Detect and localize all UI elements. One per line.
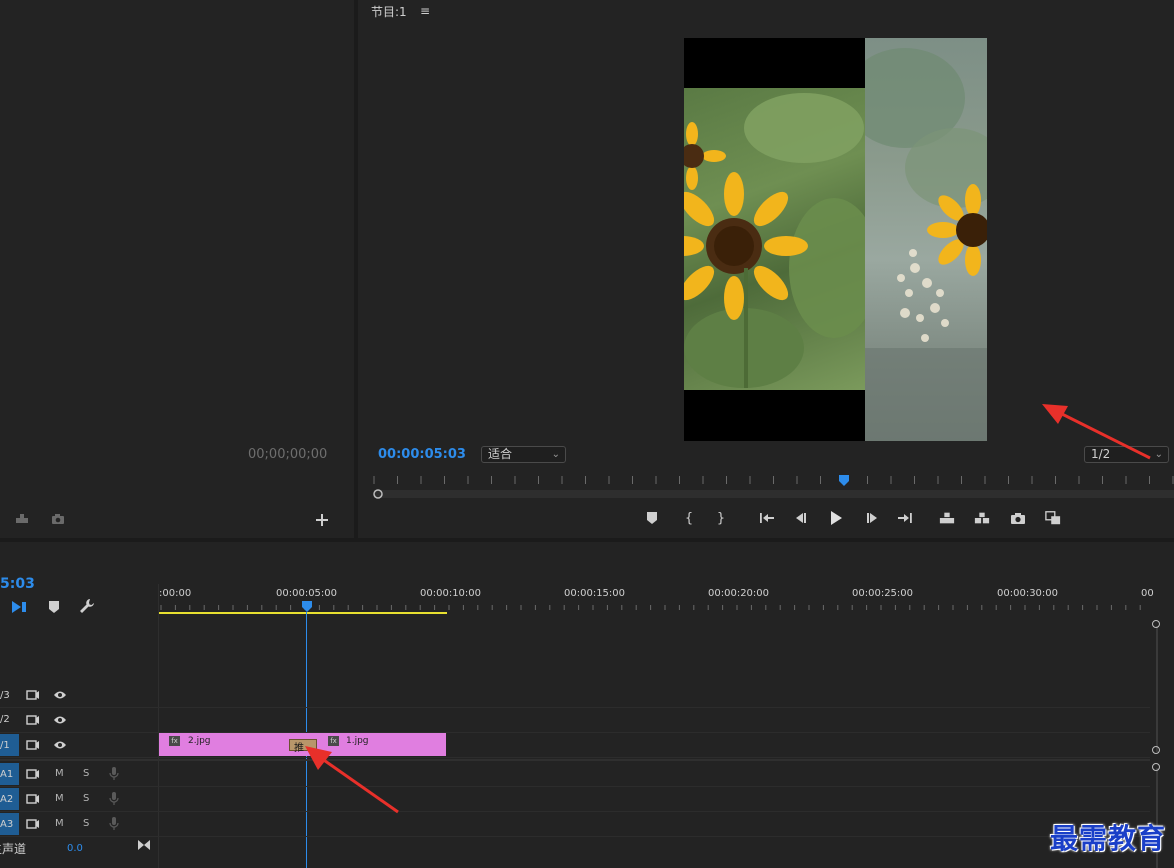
clip-name-2: 2.jpg: [188, 736, 211, 746]
toggle-sync-lock-icon[interactable]: [25, 737, 41, 753]
ruler-label: 00:00:25:00: [852, 588, 914, 599]
ruler-label: 00: [1141, 588, 1154, 599]
clip-1-jpg[interactable]: [306, 733, 446, 756]
mute-button-a2[interactable]: M: [55, 793, 64, 804]
eye-icon[interactable]: [52, 712, 68, 728]
ruler-label: 00:00:20:00: [708, 588, 770, 599]
toggle-sync-lock-icon[interactable]: [25, 712, 41, 728]
toggle-sync-lock-icon[interactable]: [25, 766, 41, 782]
step-back-icon[interactable]: [793, 510, 809, 526]
zoom-fit-value: 适合: [488, 447, 513, 461]
extract-icon[interactable]: [974, 510, 990, 526]
eye-icon[interactable]: [52, 737, 68, 753]
add-button-icon[interactable]: [314, 512, 330, 528]
clip-2-jpg[interactable]: [159, 733, 306, 756]
program-mini-ruler[interactable]: [370, 472, 1174, 502]
source-timecode: 00;00;00;00: [248, 447, 328, 462]
panel-menu-icon[interactable]: ≡: [420, 4, 430, 18]
microphone-icon[interactable]: [106, 791, 122, 807]
playback-resolution-value: 1/2: [1091, 447, 1111, 461]
lift-icon[interactable]: [939, 510, 955, 526]
scroll-handle-bottom[interactable]: [1152, 763, 1160, 771]
camera-icon[interactable]: [50, 511, 66, 527]
program-monitor-panel: 节目:1 ≡ 00:00:05:03 适合 ⌄ 1/2 ⌄ {}: [358, 0, 1174, 538]
add-marker-icon[interactable]: [46, 599, 62, 615]
track-name-a1: A1: [0, 769, 14, 780]
sunflower-image-left: [684, 88, 865, 390]
fx-badge-icon: fx: [169, 736, 180, 746]
ruler-label: 00:00:05:00: [276, 588, 338, 599]
solo-button-a3[interactable]: S: [83, 818, 89, 829]
program-video-frame: [684, 38, 987, 441]
track-name-v3: /3: [0, 690, 10, 701]
mark-in-icon[interactable]: {: [681, 510, 697, 526]
track-name-a3: A3: [0, 819, 14, 830]
video-track-row-v2: [0, 708, 1150, 733]
step-forward-icon[interactable]: [864, 510, 880, 526]
timeline-timecode[interactable]: 5:03: [0, 576, 35, 592]
zoom-fit-dropdown[interactable]: 适合 ⌄: [481, 446, 566, 463]
toggle-sync-lock-icon[interactable]: [25, 816, 41, 832]
play-icon[interactable]: [828, 510, 844, 526]
wrench-icon[interactable]: [79, 598, 95, 614]
video-track-row-v3: [0, 683, 1150, 708]
master-volume-value[interactable]: 0.0: [67, 843, 83, 854]
comparison-view-icon[interactable]: [1045, 510, 1061, 526]
go-to-out-icon[interactable]: [897, 510, 913, 526]
go-to-edit-point-icon[interactable]: [136, 837, 152, 853]
microphone-icon[interactable]: [106, 816, 122, 832]
program-timecode[interactable]: 00:00:05:03: [378, 447, 466, 462]
toggle-sync-lock-icon[interactable]: [25, 687, 41, 703]
eye-icon[interactable]: [52, 687, 68, 703]
playhead-handle[interactable]: [301, 601, 313, 613]
audio-track-row-a1: [0, 762, 1150, 787]
ruler-label: :00:00: [159, 588, 192, 599]
chevron-down-icon: ⌄: [1154, 449, 1163, 460]
track-name-a2: A2: [0, 794, 14, 805]
export-frame-icon[interactable]: [1010, 510, 1026, 526]
flower-image-right: [865, 38, 987, 441]
playback-resolution-dropdown[interactable]: 1/2 ⌄: [1084, 446, 1169, 463]
master-track-label: 主声道: [0, 842, 27, 856]
add-marker-icon[interactable]: [644, 510, 660, 526]
solo-button-a1[interactable]: S: [83, 768, 89, 779]
watermark-logo: 最需教育: [1050, 822, 1167, 855]
solo-button-a2[interactable]: S: [83, 793, 89, 804]
ruler-label: 00:00:15:00: [564, 588, 626, 599]
insert-icon[interactable]: [14, 511, 30, 527]
scroll-handle-mid[interactable]: [1152, 746, 1160, 754]
go-to-in-icon[interactable]: [759, 510, 775, 526]
program-monitor-title[interactable]: 节目:1: [371, 3, 407, 20]
mute-button-a1[interactable]: M: [55, 768, 64, 779]
audio-track-row-a2: [0, 787, 1150, 812]
scroll-handle-top[interactable]: [1152, 620, 1160, 628]
video-audio-divider: [0, 759, 1150, 761]
toggle-sync-lock-icon[interactable]: [25, 791, 41, 807]
transition-push[interactable]: 推: [289, 739, 317, 754]
fx-badge-icon: fx: [328, 736, 339, 746]
ruler-label: 00:00:10:00: [420, 588, 482, 599]
mark-out-icon[interactable]: }: [713, 510, 729, 526]
clip-name-1: 1.jpg: [346, 736, 369, 746]
snap-icon[interactable]: [11, 599, 27, 615]
mute-button-a3[interactable]: M: [55, 818, 64, 829]
microphone-icon[interactable]: [106, 766, 122, 782]
ruler-label: 00:00:30:00: [997, 588, 1059, 599]
source-panel: 00;00;00;00: [0, 0, 354, 538]
track-name-v1: /1: [0, 740, 10, 751]
chevron-down-icon: ⌄: [551, 449, 560, 460]
track-name-v2: /2: [0, 714, 10, 725]
audio-track-row-a3: [0, 812, 1150, 837]
transition-label: 推: [294, 743, 304, 754]
